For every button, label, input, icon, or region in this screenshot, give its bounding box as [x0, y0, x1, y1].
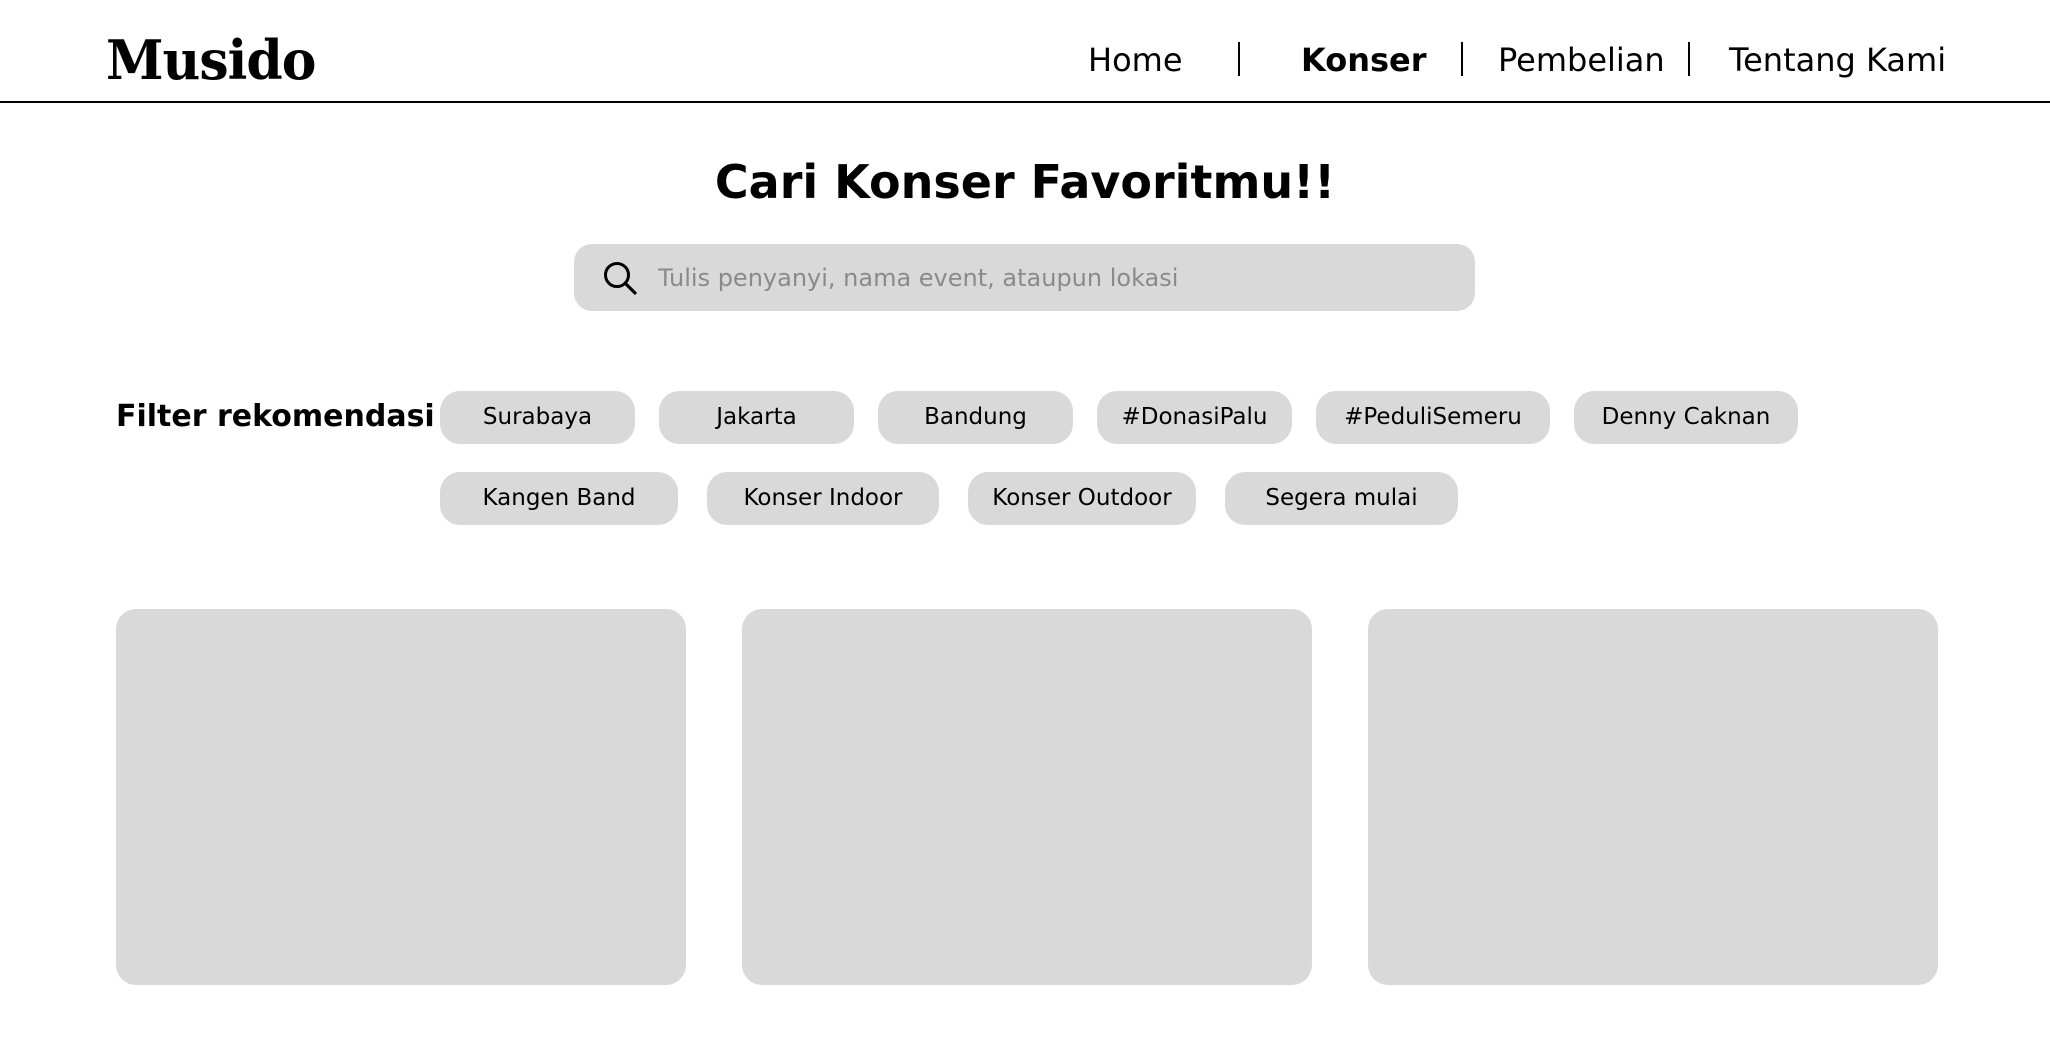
concert-card[interactable] [1368, 609, 1938, 985]
filter-chip-jakarta[interactable]: Jakarta [659, 391, 854, 444]
nav-divider [1461, 42, 1463, 76]
nav-divider [1238, 42, 1240, 76]
concert-card[interactable] [742, 609, 1312, 985]
filter-chip-pedulisemeru[interactable]: #PeduliSemeru [1316, 391, 1550, 444]
filter-chip-kangen-band[interactable]: Kangen Band [440, 472, 678, 525]
search-bar[interactable] [574, 244, 1475, 311]
filter-chip-surabaya[interactable]: Surabaya [440, 391, 635, 444]
nav-item-konser[interactable]: Konser [1301, 38, 1427, 82]
search-icon[interactable] [602, 260, 638, 296]
filter-chip-denny-caknan[interactable]: Denny Caknan [1574, 391, 1798, 444]
header: Musido Home Konser Pembelian Tentang Kam… [0, 0, 2050, 103]
logo[interactable]: Musido [106, 24, 316, 98]
page-title: Cari Konser Favoritmu!! [714, 155, 1336, 209]
filter-chip-donasipalu[interactable]: #DonasiPalu [1097, 391, 1292, 444]
filter-chip-konser-indoor[interactable]: Konser Indoor [707, 472, 939, 525]
search-input[interactable] [658, 244, 1448, 311]
filter-chip-segera-mulai[interactable]: Segera mulai [1225, 472, 1458, 525]
nav-item-tentang-kami[interactable]: Tentang Kami [1729, 38, 1946, 82]
filter-chip-konser-outdoor[interactable]: Konser Outdoor [968, 472, 1196, 525]
concert-card[interactable] [116, 609, 686, 985]
nav-item-pembelian[interactable]: Pembelian [1498, 38, 1665, 82]
filter-label: Filter rekomendasi : [116, 399, 458, 434]
nav-item-home[interactable]: Home [1088, 38, 1183, 82]
nav-divider [1688, 42, 1690, 76]
filter-chip-bandung[interactable]: Bandung [878, 391, 1073, 444]
